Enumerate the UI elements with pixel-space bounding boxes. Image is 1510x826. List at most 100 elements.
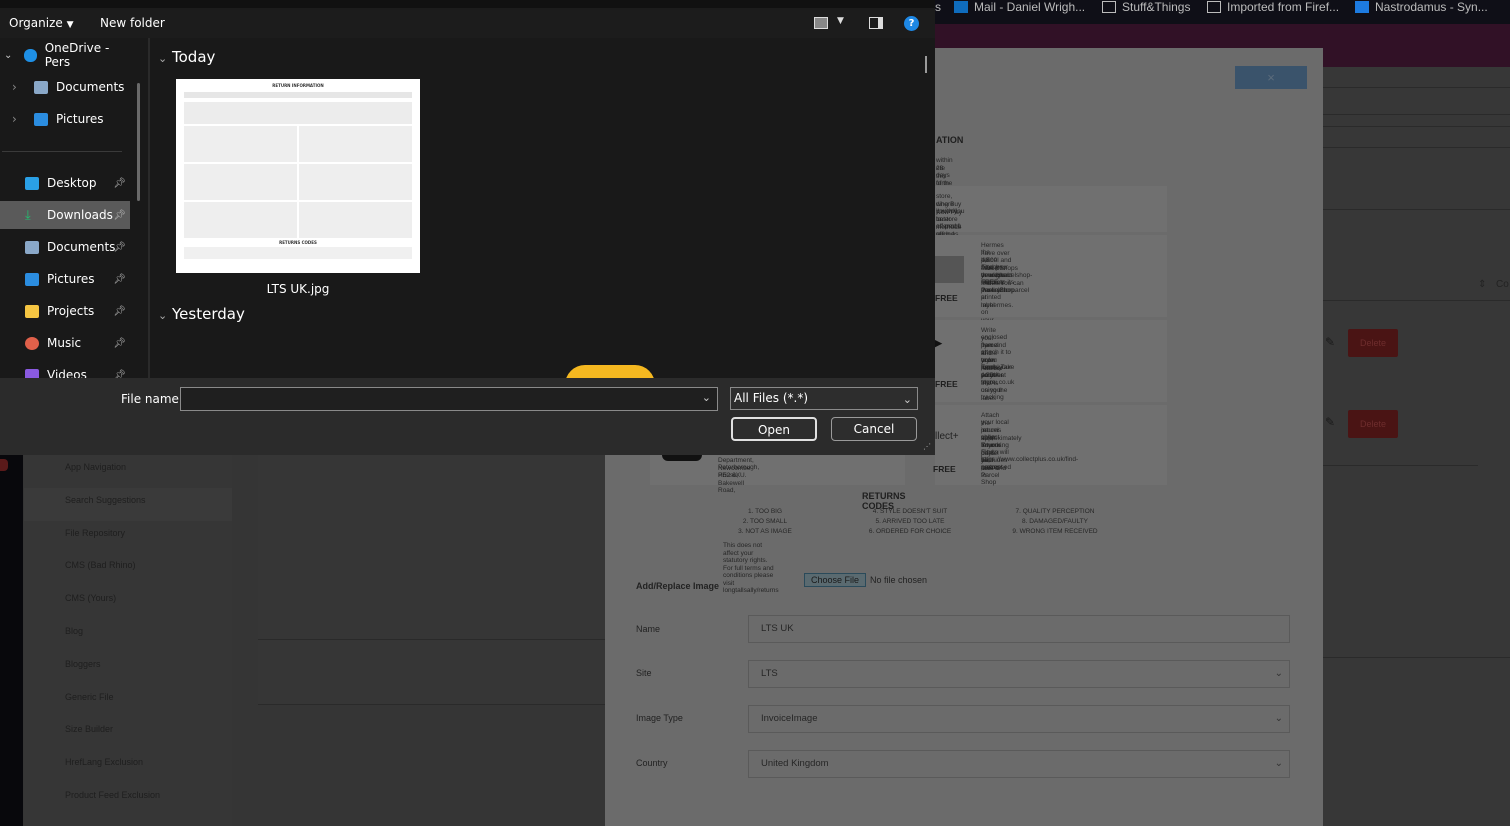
help-icon[interactable]: ? xyxy=(904,16,919,31)
chevron-down-icon: ⌄ xyxy=(1274,668,1283,679)
sidebar-item-generic-file[interactable]: Generic File xyxy=(65,692,114,702)
nav-downloads[interactable]: ⤓ Downloads 📌︎ xyxy=(0,201,130,229)
nav-music[interactable]: Music 📌︎ xyxy=(0,329,130,357)
navigation-pane: ⌄ OneDrive - Pers › Documents › Pictures De… xyxy=(0,38,148,378)
sidebar-item-app-navigation[interactable]: App Navigation xyxy=(65,462,126,472)
image-type-select[interactable]: InvoiceImage ⌄ xyxy=(748,705,1290,733)
organize-button[interactable]: Organize ▼ xyxy=(9,16,74,30)
pin-icon: 📌︎ xyxy=(113,209,126,221)
sidebar-item-file-repository[interactable]: File Repository xyxy=(65,528,125,538)
chevron-down-icon: ⌄ xyxy=(158,52,168,65)
dsm-icon xyxy=(1355,1,1369,13)
nav-videos[interactable]: Videos 📌︎ xyxy=(0,361,130,378)
sidebar-item-bloggers[interactable]: Bloggers xyxy=(65,659,101,669)
nav-pictures[interactable]: Pictures 📌︎ xyxy=(0,265,130,293)
image-heading: ATION xyxy=(936,135,964,145)
country-value: United Kingdom xyxy=(761,758,829,769)
sort-icon[interactable]: ⇕ xyxy=(1478,279,1486,290)
nav-scrollbar[interactable] xyxy=(137,83,140,201)
group-yesterday[interactable]: ⌄ Yesterday xyxy=(158,305,245,323)
codes-col: 1. TOO BIG 2. TOO SMALL 3. NOT AS IMAGE xyxy=(738,508,792,535)
file-name-input[interactable]: ⌄ xyxy=(180,387,718,411)
desktop-icon xyxy=(25,176,39,190)
pin-icon: 📌︎ xyxy=(113,337,126,349)
pin-icon: 📌︎ xyxy=(113,177,126,189)
image-type-value: InvoiceImage xyxy=(761,713,818,724)
nav-onedrive-documents[interactable]: › Documents xyxy=(0,73,130,101)
pin-icon: 📌︎ xyxy=(113,369,126,379)
file-type-value: All Files (*.*) xyxy=(734,391,809,405)
country-label: Country xyxy=(636,758,668,768)
nav-desktop[interactable]: Desktop 📌︎ xyxy=(0,169,130,197)
resize-grip-icon[interactable]: ⋰ xyxy=(923,442,931,451)
price-label: FREE xyxy=(935,293,958,303)
nav-projects[interactable]: Projects 📌︎ xyxy=(0,297,130,325)
preview-pane-icon[interactable] xyxy=(869,17,883,29)
open-button[interactable]: Open xyxy=(731,417,817,441)
bookmark-partial[interactable]: s xyxy=(935,0,941,14)
bookmark-stuff[interactable]: Stuff&Things xyxy=(1102,0,1190,14)
page-panel xyxy=(258,455,605,705)
dialog-footer: File name: ⌄ All Files (*.*) ⌄ Open Cance… xyxy=(0,378,935,455)
bookmark-nastrodamus[interactable]: Nastrodamus - Syn... xyxy=(1355,0,1488,14)
collectplus-logo: llect+ xyxy=(935,431,959,442)
sidebar-item-search-suggestions[interactable]: Search Suggestions xyxy=(65,495,146,505)
chevron-down-icon: ⌄ xyxy=(1274,758,1283,769)
sidebar-item-hreflang-exclusion[interactable]: HrefLang Exclusion xyxy=(65,757,143,767)
file-thumbnail[interactable]: RETURN INFORMATION RETURNS CODES xyxy=(176,79,420,273)
delete-button[interactable]: Delete xyxy=(1348,410,1398,438)
group-today[interactable]: ⌄ Today xyxy=(158,48,215,66)
nav-onedrive[interactable]: ⌄ OneDrive - Pers xyxy=(0,41,130,69)
nav-onedrive-pictures[interactable]: › Pictures xyxy=(0,105,130,133)
sidebar-item-cms-bad-rhino[interactable]: CMS (Bad Rhino) xyxy=(65,560,136,570)
codes-col: 4. STYLE DOESN'T SUIT 5. ARRIVED TOO LATE… xyxy=(868,508,952,535)
site-label: Site xyxy=(636,668,652,678)
modal-close-button[interactable]: × xyxy=(1235,66,1307,89)
name-input[interactable]: LTS UK xyxy=(748,615,1290,643)
downloads-icon: ⤓ xyxy=(25,207,31,223)
caret-down-icon[interactable]: ▼ xyxy=(837,16,844,26)
sidebar-item-product-feed-exclusion[interactable]: Product Feed Exclusion xyxy=(65,790,160,800)
choose-file-button[interactable]: Choose File xyxy=(804,573,866,587)
column-header-country[interactable]: Co xyxy=(1496,279,1509,290)
app-sidebar: App Navigation Search Suggestions File R… xyxy=(24,455,232,826)
add-replace-label: Add/Replace Image xyxy=(636,581,720,591)
asda-logo: ▶ xyxy=(935,338,942,348)
sidebar-item-size-builder[interactable]: Size Builder xyxy=(65,724,113,734)
chevron-down-icon: ⌄ xyxy=(902,393,912,406)
pin-icon: 📌︎ xyxy=(113,305,126,317)
bookmark-imported[interactable]: Imported from Firef... xyxy=(1207,0,1339,14)
file-name[interactable]: LTS UK.jpg xyxy=(176,282,420,296)
file-view: ⌄ Today RETURN INFORMATION RETURNS CODES… xyxy=(150,38,935,385)
sidebar-item-blog[interactable]: Blog xyxy=(65,626,83,636)
chevron-down-icon[interactable]: ⌄ xyxy=(702,391,711,404)
nav-documents[interactable]: Documents 📌︎ xyxy=(0,233,130,261)
image-type-label: Image Type xyxy=(636,713,683,723)
country-select[interactable]: United Kingdom ⌄ xyxy=(748,750,1290,778)
file-type-select[interactable]: All Files (*.*) ⌄ xyxy=(730,387,918,410)
edit-icon[interactable]: ✎ xyxy=(1325,415,1335,429)
site-select[interactable]: LTS ⌄ xyxy=(748,660,1290,688)
music-icon xyxy=(25,336,39,350)
sidebar-item-cms-yours[interactable]: CMS (Yours) xyxy=(65,593,116,603)
file-name-label: File name: xyxy=(121,392,183,406)
bookmark-mail[interactable]: Mail - Daniel Wrigh... xyxy=(954,0,1085,14)
postoffice-logo xyxy=(662,455,702,461)
name-label: Name xyxy=(636,624,661,634)
pin-icon: 📌︎ xyxy=(113,241,126,253)
site-value: LTS xyxy=(761,668,778,679)
edit-icon[interactable]: ✎ xyxy=(1325,335,1335,349)
image-footer: This does not affect your statutory righ… xyxy=(723,542,779,594)
folder-icon xyxy=(1102,1,1116,13)
content-scrollbar[interactable] xyxy=(925,56,927,73)
name-value: LTS UK xyxy=(761,623,794,634)
price-label: FREE xyxy=(933,464,956,474)
folder-icon xyxy=(1207,1,1221,13)
file-open-dialog: Organize ▼ New folder ▼ ? ⌄ OneDrive - Pe… xyxy=(0,0,935,455)
new-folder-button[interactable]: New folder xyxy=(100,16,165,30)
divider xyxy=(2,151,122,152)
view-options-icon[interactable] xyxy=(814,17,828,29)
cancel-button[interactable]: Cancel xyxy=(831,417,917,441)
no-file-text: No file chosen xyxy=(870,575,928,585)
delete-button[interactable]: Delete xyxy=(1348,329,1398,357)
